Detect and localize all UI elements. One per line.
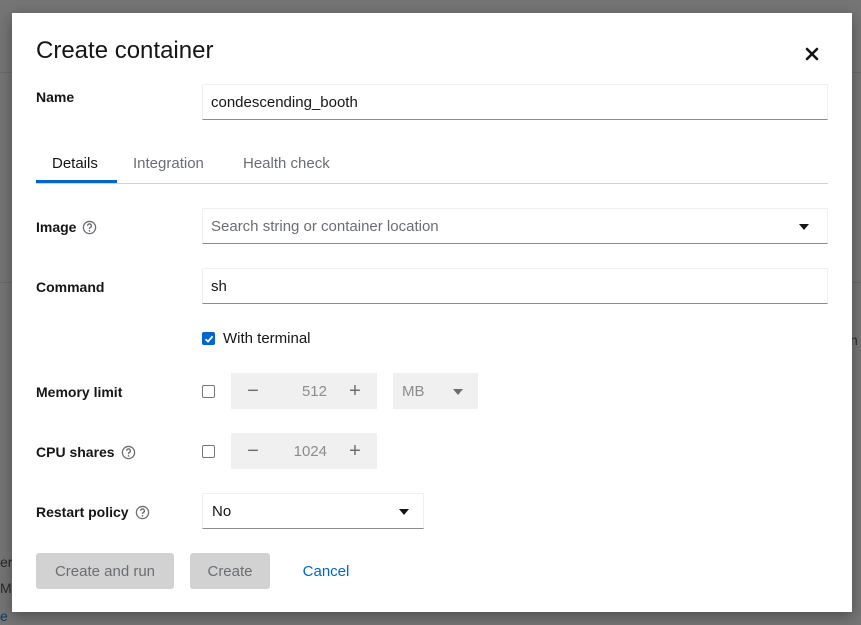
chevron-down-icon [799,224,809,230]
memory-limit-label: Memory limit [36,384,123,400]
close-icon [805,47,819,61]
restart-policy-value: No [212,502,232,520]
memory-decrement-button[interactable]: − [231,373,275,409]
background-text: er [0,554,13,570]
create-button[interactable]: Create [190,553,270,589]
tab-details[interactable]: Details [52,155,98,172]
command-input-value: sh [211,277,227,295]
command-input[interactable]: sh [202,268,828,304]
image-label: Image [36,219,97,235]
cpu-shares-checkbox[interactable] [202,445,215,458]
cancel-button[interactable]: Cancel [290,553,362,589]
cpu-increment-button[interactable]: + [333,433,377,469]
restart-policy-label: Restart policy [36,504,150,520]
help-icon[interactable] [135,505,150,520]
memory-unit-select[interactable]: MB [393,373,478,409]
name-input[interactable]: condescending_booth [202,84,828,120]
cpu-shares-value[interactable]: 1024 [275,443,333,460]
memory-limit-checkbox[interactable] [202,385,215,398]
memory-unit-value: MB [402,382,425,400]
terminal-checkbox-label[interactable]: With terminal [223,330,311,347]
close-button[interactable] [800,42,824,66]
cpu-shares-label: CPU shares [36,444,136,460]
help-icon[interactable] [121,445,136,460]
cpu-decrement-button[interactable]: − [231,433,275,469]
memory-limit-stepper: − 512 + [231,373,377,409]
command-label: Command [36,279,105,295]
memory-limit-value[interactable]: 512 [275,383,333,400]
image-search-select[interactable]: Search string or container location [202,208,828,244]
name-label: Name [36,89,75,105]
tab-health-check[interactable]: Health check [243,155,330,172]
active-tab-indicator [36,180,117,183]
tab-bar: Details Integration Health check [36,151,828,184]
checkmark-icon [204,335,214,343]
image-search-placeholder: Search string or container location [211,217,439,235]
dialog-title: Create container [36,37,214,64]
memory-increment-button[interactable]: + [333,373,377,409]
terminal-checkbox[interactable] [202,332,215,345]
tab-integration[interactable]: Integration [133,155,204,172]
create-and-run-button[interactable]: Create and run [36,553,174,589]
name-input-value: condescending_booth [211,93,358,111]
restart-policy-select[interactable]: No [202,493,424,529]
help-icon[interactable] [82,220,97,235]
cpu-shares-stepper: − 1024 + [231,433,377,469]
chevron-down-icon [453,389,463,395]
create-container-dialog: Create container Name condescending_boot… [12,13,852,612]
chevron-down-icon [399,509,409,515]
background-link: e [0,608,8,624]
